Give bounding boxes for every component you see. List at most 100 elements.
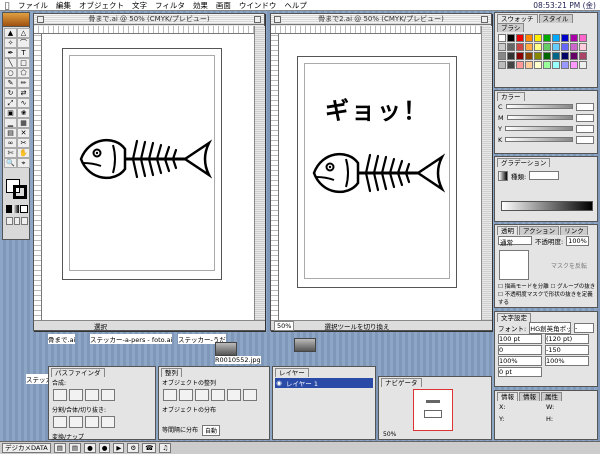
add-shape-icon[interactable]	[53, 389, 67, 401]
swatch[interactable]	[543, 43, 551, 51]
swatch[interactable]	[543, 61, 551, 69]
yellow-slider[interactable]	[504, 126, 573, 131]
taskbar-item-4[interactable]: ●	[98, 443, 111, 453]
swatch[interactable]	[543, 52, 551, 60]
tracking-field[interactable]: -150	[545, 344, 589, 355]
tab-styles[interactable]: スタイル	[538, 14, 573, 23]
desktop-file-2[interactable]: ステッカー-a-pers - foto.ai	[90, 334, 173, 344]
menu-filter[interactable]: フィルタ	[151, 0, 189, 11]
align-bottom-icon[interactable]	[243, 389, 257, 401]
eye-icon[interactable]: ◉	[275, 379, 283, 387]
line-tool-icon[interactable]: ╲	[4, 58, 17, 68]
swatch[interactable]	[552, 34, 560, 42]
swatch[interactable]	[516, 52, 524, 60]
zoom-box-icon[interactable]	[254, 16, 261, 23]
taskbar-item-camera-data[interactable]: デジカメDATA	[2, 443, 51, 453]
tab-transparency[interactable]: 透明	[497, 226, 518, 235]
symbol-tool-icon[interactable]: ❀	[17, 108, 30, 118]
scissors-tool-icon[interactable]: ✄	[4, 148, 17, 158]
swatch[interactable]	[561, 61, 569, 69]
scale-tool-icon[interactable]: ⤢	[4, 98, 17, 108]
baseline-shift-field[interactable]: 0 pt	[498, 366, 542, 377]
measure-tool-icon[interactable]: ⌖	[17, 158, 30, 168]
tab-swatches[interactable]: スウォッチ	[497, 14, 538, 23]
swatch[interactable]	[579, 61, 587, 69]
magenta-slider[interactable]	[506, 115, 573, 120]
swatch[interactable]	[570, 43, 578, 51]
merge-icon[interactable]	[85, 416, 99, 428]
swatch[interactable]	[534, 43, 542, 51]
standard-screen-icon[interactable]	[6, 217, 13, 225]
yellow-value[interactable]	[576, 124, 594, 133]
free-transform-tool-icon[interactable]: ▣	[4, 108, 17, 118]
menu-object[interactable]: オブジェクト	[75, 0, 128, 11]
crop-icon[interactable]	[101, 416, 115, 428]
align-right-icon[interactable]	[195, 389, 209, 401]
subtract-shape-icon[interactable]	[69, 389, 83, 401]
desktop-file-5[interactable]	[294, 338, 316, 352]
font-field[interactable]: HG創英角ポップ体	[529, 321, 571, 334]
swatch[interactable]	[516, 34, 524, 42]
swatch[interactable]	[525, 43, 533, 51]
swatch[interactable]	[498, 52, 506, 60]
taskbar-item-6[interactable]: ⚙	[127, 443, 140, 453]
gradient-type-select[interactable]	[529, 171, 560, 180]
kerning-field[interactable]: 0	[498, 344, 542, 355]
swatch[interactable]	[579, 43, 587, 51]
document-title-bar-2[interactable]: 骨まで2.ai @ 50% (CMYK/プレビュー)	[271, 14, 491, 25]
zoom-tool-icon[interactable]: 🔍	[4, 158, 17, 168]
swatch[interactable]	[516, 61, 524, 69]
full-screen-icon[interactable]	[21, 217, 29, 225]
gradient-tool-icon[interactable]: ▤	[4, 128, 17, 138]
font-style-field[interactable]: -	[574, 322, 594, 333]
swatch[interactable]	[507, 61, 515, 69]
cyan-slider[interactable]	[505, 104, 573, 109]
tab-gradient[interactable]: グラデーション	[497, 158, 551, 167]
close-box-icon[interactable]	[37, 16, 44, 23]
menu-view[interactable]: 画面	[212, 0, 235, 11]
swatch[interactable]	[570, 34, 578, 42]
opacity-field[interactable]: 100%	[566, 235, 589, 246]
navigator-zoom[interactable]: 50%	[383, 431, 396, 438]
swatch[interactable]	[561, 43, 569, 51]
menu-window[interactable]: ウインドウ	[235, 0, 281, 11]
align-center-icon[interactable]	[179, 389, 193, 401]
fish-bone-illustration[interactable]	[75, 129, 215, 189]
selection-tool-icon[interactable]: ▲	[4, 28, 17, 38]
swatch[interactable]	[534, 61, 542, 69]
tab-character[interactable]: 文字設定	[497, 313, 531, 322]
menu-type[interactable]: 文字	[128, 0, 151, 11]
headline-text[interactable]: ギョッ！	[298, 91, 456, 126]
swatch[interactable]	[552, 52, 560, 60]
polygon-tool-icon[interactable]: ⬠	[17, 68, 30, 78]
swatch[interactable]	[561, 52, 569, 60]
vertical-scrollbar[interactable]	[254, 26, 265, 320]
tab-layers[interactable]: レイヤー	[275, 368, 309, 377]
black-slider[interactable]	[505, 137, 573, 142]
graph-tool-icon[interactable]: ▁	[4, 118, 17, 128]
desktop-file-4[interactable]: R0010552.jpg	[215, 342, 261, 364]
menu-file[interactable]: ファイル	[14, 0, 52, 11]
swatch[interactable]	[498, 61, 506, 69]
blend-mode-select[interactable]: 通常	[498, 236, 532, 247]
taskbar-item-3[interactable]: ●	[84, 443, 96, 453]
gradient-button-icon[interactable]	[13, 205, 19, 213]
align-left-icon[interactable]	[163, 389, 177, 401]
align-middle-icon[interactable]	[227, 389, 241, 401]
tab-actions[interactable]: アクション	[519, 226, 560, 235]
trim-icon[interactable]	[69, 416, 83, 428]
swatch[interactable]	[507, 34, 515, 42]
taskbar-item-2[interactable]: ▤	[68, 443, 82, 453]
swatch[interactable]	[579, 52, 587, 60]
swatch[interactable]	[525, 34, 533, 42]
navigator-preview[interactable]	[413, 389, 453, 431]
stroke-color-icon[interactable]	[13, 185, 27, 199]
full-screen-menu-icon[interactable]	[13, 217, 21, 225]
type-tool-icon[interactable]: T	[17, 48, 30, 58]
none-button-icon[interactable]	[20, 205, 28, 213]
swatch[interactable]	[534, 34, 542, 42]
leading-field[interactable]: (120 pt)	[545, 333, 589, 344]
taskbar-item-8[interactable]: ♫	[159, 443, 172, 453]
pen-tool-icon[interactable]: ✒	[4, 48, 17, 58]
canvas[interactable]	[42, 34, 254, 320]
